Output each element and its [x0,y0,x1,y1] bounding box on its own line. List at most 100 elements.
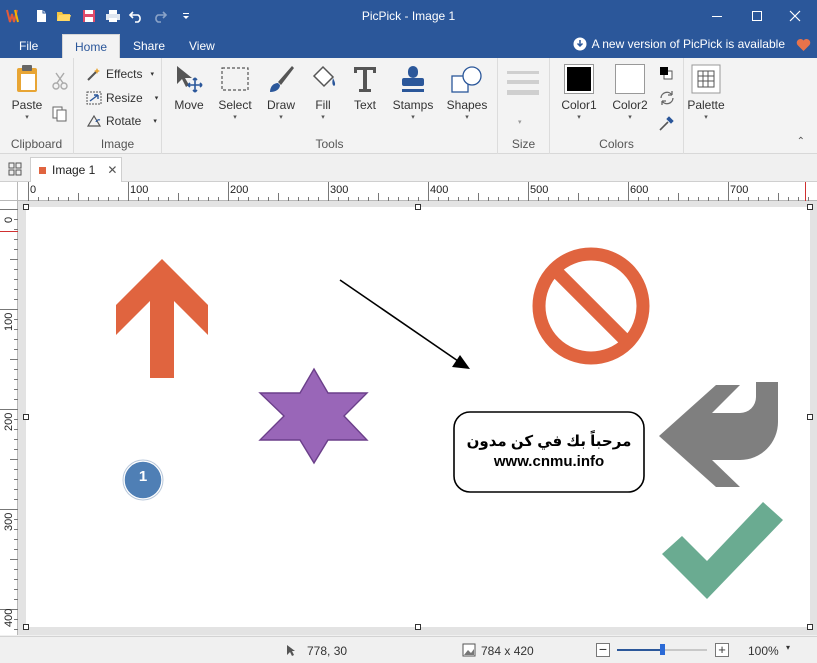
resize-handle[interactable] [23,204,29,210]
stamp-number: 1 [138,468,148,485]
resize-handle[interactable] [23,624,29,630]
color1-label: Color1 [561,98,597,112]
color2-button[interactable]: Color2 ▾ [607,62,653,126]
brush-icon [263,62,299,96]
effects-button[interactable]: Effects ▾ [86,64,154,84]
heart-icon[interactable] [796,38,811,55]
effects-label: Effects [106,67,143,81]
canvas-arabic-text: مرحباً بك في كن مدون [466,433,632,450]
default-colors-icon[interactable] [658,66,674,83]
checkmark-shape [662,502,783,599]
minimize-button[interactable] [697,0,737,32]
zoom-in-button[interactable]: + [715,643,729,657]
shapes-button[interactable]: Shapes ▾ [444,62,490,126]
zoom-slider-thumb[interactable] [660,644,665,655]
resize-handle[interactable] [23,414,29,420]
hruler-label: 600 [630,184,649,196]
close-tab-icon[interactable]: ✕ [107,163,117,177]
resize-handle[interactable] [807,204,813,210]
stamps-button[interactable]: Stamps ▾ [390,62,436,126]
paste-label: Paste [11,98,43,112]
image-tab-icon [39,166,46,174]
move-label: Move [174,98,204,112]
palette-icon [688,62,724,96]
vruler-label: 200 [3,412,15,431]
hruler-label: 700 [730,184,749,196]
up-arrow-shape [116,259,208,378]
color1-button[interactable]: Color1 ▾ [556,62,602,126]
zoom-out-button[interactable]: − [596,642,610,657]
tab-file[interactable]: File [13,34,44,58]
resize-handle[interactable] [415,624,421,630]
canvas-workarea: 1 مرحباً بك في كن مدون www.cnmu.info [18,201,817,635]
clipboard-group-label: Clipboard [10,137,63,151]
download-icon [573,37,587,51]
effects-icon [87,68,100,81]
paste-button[interactable]: Paste ▾ [4,62,50,126]
resize-handle[interactable] [807,624,813,630]
shapes-label: Shapes [446,98,488,112]
vertical-ruler: 0 100 200 300 400 [0,201,18,635]
rotate-label: Rotate [106,114,142,128]
grid-view-icon[interactable] [8,162,22,179]
swap-colors-icon[interactable] [658,90,676,109]
prohibited-sign-shape [532,247,650,365]
diagonal-arrow-shape [339,279,470,369]
shapes-icon [449,62,485,96]
tab-share[interactable]: Share [127,34,171,58]
stamp-icon [395,62,431,96]
resize-handle[interactable] [807,414,813,420]
move-button[interactable]: Move [166,62,212,126]
select-label: Select [218,98,252,112]
move-icon [171,62,207,96]
line-width-icon[interactable] [506,70,540,99]
zoom-dropdown-icon[interactable]: ▾ [786,643,790,652]
document-tab[interactable]: Image 1 ✕ [30,157,122,182]
hruler-label: 500 [530,184,549,196]
select-button[interactable]: Select ▾ [212,62,258,126]
color1-swatch [561,62,597,96]
cursor-position: 778, 30 [307,644,348,658]
image-group-label: Image [100,137,135,151]
hruler-label: 300 [330,184,349,196]
tools-group: Move Select ▾ Draw ▾ Fill ▾ Text Stamps … [162,58,498,154]
text-label: Text [353,98,376,112]
image-dimensions: 784 x 420 [481,644,534,658]
resize-button[interactable]: Resize ▾ [86,88,158,108]
palette-button[interactable]: Palette ▾ [683,62,729,126]
rotate-button[interactable]: Rotate ▾ [86,111,157,131]
zoom-level[interactable]: 100% [748,644,779,658]
copy-icon[interactable] [52,106,68,125]
fill-button[interactable]: Fill ▾ [300,62,346,126]
paste-icon [9,62,45,96]
stamps-label: Stamps [392,98,434,112]
image-canvas[interactable]: 1 مرحباً بك في كن مدون www.cnmu.info [23,204,813,630]
draw-label: Draw [266,98,295,112]
resize-icon [86,91,102,105]
resize-handle[interactable] [415,204,421,210]
update-notice[interactable]: A new version of PicPick is available [573,37,785,51]
tab-view[interactable]: View [183,34,221,58]
close-button[interactable] [775,0,815,32]
image-size-icon [462,643,476,660]
vruler-label: 300 [3,512,15,531]
cut-icon[interactable] [52,72,68,93]
maximize-button[interactable] [737,0,777,32]
vruler-cursor-marker [0,231,18,232]
vruler-label: 0 [3,216,15,223]
horizontal-ruler: 0 100 200 300 400 500 600 700 [18,182,817,201]
text-button[interactable]: Text [342,62,388,126]
draw-button[interactable]: Draw ▾ [258,62,304,126]
window-title: PicPick - Image 1 [361,9,456,23]
image-group: Effects ▾ Resize ▾ Rotate ▾ Image [74,58,162,154]
color-picker-icon[interactable] [658,114,676,135]
tab-home[interactable]: Home [62,34,120,58]
text-icon [347,62,383,96]
collapse-ribbon-icon[interactable]: ⌃ [797,136,805,147]
hruler-label: 200 [230,184,249,196]
star-shape [258,367,369,465]
hruler-label: 0 [30,184,37,196]
palette-label: Palette [687,98,725,112]
return-arrow-shape [659,382,778,487]
zoom-slider[interactable] [617,644,707,655]
